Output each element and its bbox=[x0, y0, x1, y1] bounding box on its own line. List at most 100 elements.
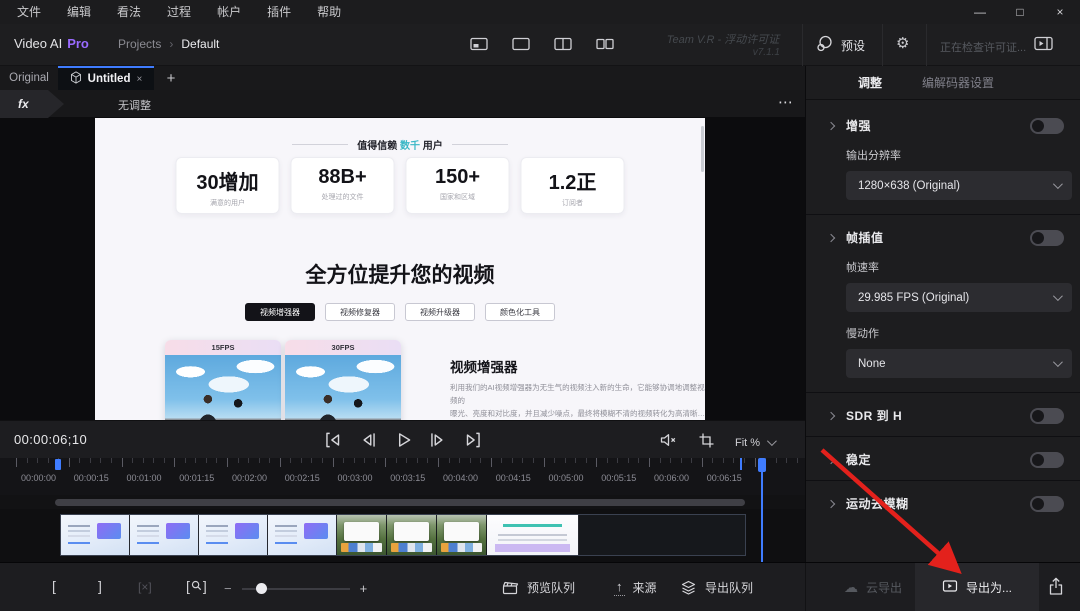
ruler-tick bbox=[259, 458, 260, 463]
sdr-toggle[interactable] bbox=[1030, 408, 1064, 424]
filmstrip-thumbnail[interactable] bbox=[130, 515, 199, 555]
section-interp-header[interactable]: 帧插值 bbox=[822, 229, 1064, 246]
panel-toggle-icon[interactable] bbox=[1034, 36, 1053, 56]
timeline-scrollbar-thumb[interactable] bbox=[55, 499, 745, 506]
zoom-fit-dropdown[interactable]: Fit % bbox=[735, 437, 774, 449]
section-deblur-header[interactable]: 运动去模糊 bbox=[822, 495, 1064, 512]
tab-adjustments[interactable]: 调整 bbox=[858, 74, 882, 91]
timeline-zoom-slider: − + bbox=[224, 581, 367, 596]
ruler-tick bbox=[491, 458, 492, 467]
ruler-tick bbox=[100, 458, 101, 463]
more-options-icon[interactable]: ⋯ bbox=[778, 93, 794, 111]
filmstrip-thumbnail[interactable] bbox=[268, 515, 337, 555]
ruler-tick bbox=[27, 458, 28, 463]
single-view-pip-icon[interactable] bbox=[470, 37, 488, 51]
stat-card: 88B+处理过的文件 bbox=[291, 157, 395, 214]
set-out-point-button[interactable]: ] bbox=[98, 578, 102, 594]
set-in-point-button[interactable]: [ bbox=[52, 578, 56, 594]
breadcrumb-root[interactable]: Projects bbox=[118, 37, 161, 51]
ruler-tick bbox=[333, 458, 334, 467]
tab-codec-settings[interactable]: 编解码器设置 bbox=[922, 74, 994, 91]
output-resolution-dropdown[interactable]: 1280×638 (Original) bbox=[846, 171, 1072, 200]
section-stabilize-header[interactable]: 稳定 bbox=[822, 451, 1064, 468]
breadcrumb-current[interactable]: Default bbox=[181, 37, 219, 51]
filmstrip-thumbnail[interactable] bbox=[199, 515, 268, 555]
split-view-icon[interactable] bbox=[554, 37, 572, 51]
filmstrip-thumbnail[interactable] bbox=[337, 515, 387, 555]
ruler-tick bbox=[712, 458, 713, 463]
filmstrip-thumbnail[interactable] bbox=[437, 515, 487, 555]
ruler-tick bbox=[322, 458, 323, 463]
ruler-tick bbox=[786, 458, 787, 463]
maximize-button[interactable]: □ bbox=[1000, 0, 1040, 24]
menu-item-0[interactable]: 文件 bbox=[4, 0, 54, 24]
video-feature-text: 利用我们的AI视频增强器为无生气的视频注入新的生命，它能够协调地调整视频的 曝光… bbox=[450, 381, 705, 420]
menu-item-6[interactable]: 帮助 bbox=[304, 0, 354, 24]
app-name: Video AI bbox=[14, 36, 62, 51]
stabilize-toggle[interactable] bbox=[1030, 452, 1064, 468]
ruler-tick bbox=[385, 458, 386, 467]
single-view-icon[interactable] bbox=[512, 37, 530, 51]
timeline-in-marker[interactable] bbox=[55, 459, 61, 470]
filmstrip-thumbnail[interactable] bbox=[487, 515, 579, 555]
playhead-handle[interactable] bbox=[758, 458, 766, 472]
tab-untitled[interactable]: Untitled × bbox=[58, 66, 154, 90]
zoom-in-icon[interactable]: + bbox=[360, 581, 368, 596]
preview-queue-button[interactable]: 预览队列 bbox=[502, 563, 575, 611]
enhance-toggle[interactable] bbox=[1030, 118, 1064, 134]
filmstrip bbox=[60, 514, 746, 556]
add-tab-button[interactable]: + bbox=[154, 66, 188, 90]
fx-icon[interactable]: fx bbox=[0, 90, 64, 118]
share-icon[interactable] bbox=[1048, 577, 1064, 601]
timeline-out-marker[interactable] bbox=[740, 458, 742, 470]
zoom-out-icon[interactable]: − bbox=[224, 581, 232, 596]
tab-close-icon[interactable]: × bbox=[136, 74, 142, 85]
menu-item-2[interactable]: 看法 bbox=[104, 0, 154, 24]
menu-item-3[interactable]: 过程 bbox=[154, 0, 204, 24]
zoom-region-button[interactable]: [ ] bbox=[186, 578, 207, 594]
skip-to-end-button[interactable] bbox=[462, 429, 484, 451]
filmstrip-thumbnail[interactable] bbox=[387, 515, 437, 555]
side-by-side-view-icon[interactable] bbox=[596, 37, 614, 51]
zoom-slider-track[interactable] bbox=[242, 588, 350, 590]
video-pill: 视频升级器 bbox=[405, 303, 475, 321]
play-button[interactable] bbox=[392, 429, 414, 451]
ruler-tick bbox=[364, 458, 365, 463]
cloud-export-button[interactable]: ☁ 云导出 bbox=[818, 563, 928, 611]
menu-item-5[interactable]: 插件 bbox=[254, 0, 304, 24]
filmstrip-thumbnail[interactable] bbox=[61, 515, 130, 555]
skip-to-start-button[interactable] bbox=[322, 429, 344, 451]
video-canvas: 值得信赖 数千 用户 30增加满意的用户 88B+处理过的文件 150+国家和区… bbox=[95, 118, 705, 420]
frame-interpolation-toggle[interactable] bbox=[1030, 230, 1064, 246]
menu-item-1[interactable]: 编辑 bbox=[54, 0, 104, 24]
export-play-icon bbox=[942, 579, 958, 596]
ruler-tick bbox=[649, 458, 650, 467]
section-sdr-header[interactable]: SDR 到 H bbox=[822, 407, 1064, 424]
export-as-button[interactable]: 导出为... bbox=[915, 563, 1039, 611]
crop-icon[interactable] bbox=[697, 431, 716, 455]
app-title: Video AIPro bbox=[14, 36, 89, 51]
mute-icon[interactable] bbox=[658, 430, 678, 455]
close-button[interactable]: × bbox=[1040, 0, 1080, 24]
video-pill: 视频修复器 bbox=[325, 303, 395, 321]
section-enhance: 增强 输出分辨率 1280×638 (Original) bbox=[806, 100, 1080, 214]
section-enhance-header[interactable]: 增强 bbox=[822, 117, 1064, 134]
ruler-label: 00:01:15 bbox=[179, 473, 214, 483]
tab-original[interactable]: Original bbox=[0, 66, 58, 90]
ruler-tick bbox=[37, 458, 38, 463]
menu-item-4[interactable]: 帐户 bbox=[204, 0, 254, 24]
presets-button[interactable]: 预设 bbox=[816, 35, 865, 55]
slow-motion-dropdown[interactable]: None bbox=[846, 349, 1072, 378]
previous-frame-button[interactable] bbox=[357, 429, 379, 451]
minimize-button[interactable]: — bbox=[960, 0, 1000, 24]
source-button[interactable]: ↑ 来源 bbox=[614, 563, 657, 611]
ruler-tick bbox=[238, 458, 239, 463]
export-queue-button[interactable]: 导出队列 bbox=[680, 563, 753, 611]
clear-trim-button[interactable]: [×] bbox=[138, 580, 152, 594]
timeline-ruler[interactable]: 00:00:0000:00:1500:01:0000:01:1500:02:00… bbox=[0, 458, 805, 495]
frame-rate-dropdown[interactable]: 29.985 FPS (Original) bbox=[846, 283, 1072, 312]
motion-deblur-toggle[interactable] bbox=[1030, 496, 1064, 512]
settings-gear-icon[interactable]: ⚙ bbox=[896, 34, 909, 52]
zoom-slider-knob[interactable] bbox=[256, 583, 267, 594]
next-frame-button[interactable] bbox=[427, 429, 449, 451]
